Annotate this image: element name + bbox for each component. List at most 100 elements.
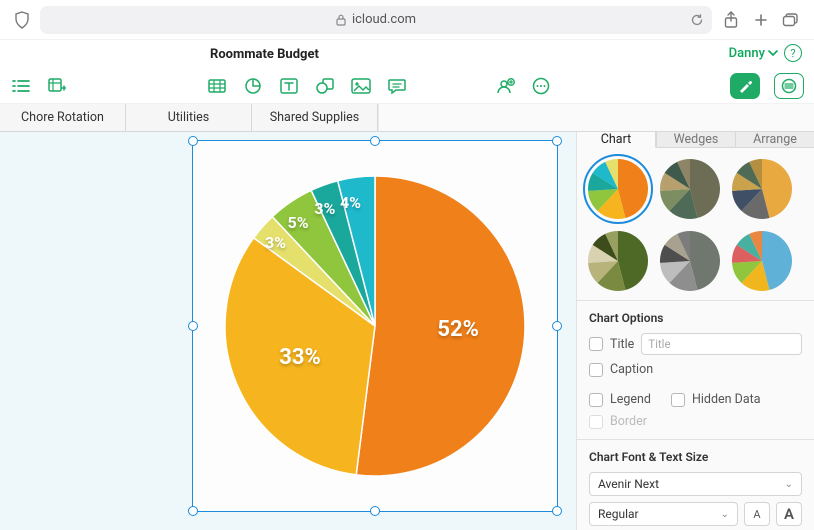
- font-family-select[interactable]: Avenir Next ⌄: [589, 472, 802, 496]
- sidebar-tab-chart[interactable]: Chart: [577, 132, 656, 148]
- option-label: Legend: [610, 392, 651, 407]
- pie-slice-label: 33%: [279, 345, 321, 370]
- app-toolbar: [0, 68, 814, 104]
- checkbox-title[interactable]: [589, 337, 603, 351]
- font-size-decrease[interactable]: A: [744, 502, 770, 526]
- select-value: Regular: [598, 507, 639, 521]
- option-caption-row: Caption: [589, 362, 802, 377]
- tabs-icon[interactable]: [780, 9, 802, 31]
- address-bar[interactable]: icloud.com: [40, 6, 712, 34]
- insert-text-icon[interactable]: [278, 75, 300, 97]
- chevron-down-icon: [768, 49, 778, 57]
- resize-handle[interactable]: [188, 506, 198, 516]
- address-host: icloud.com: [352, 12, 416, 27]
- label: A: [784, 505, 794, 523]
- document-title-row: Roommate Budget: [0, 40, 814, 68]
- sheet-tab[interactable]: Chore Rotation: [0, 104, 126, 131]
- chart-options-section: Chart Options Title Title Caption Legend…: [577, 301, 814, 440]
- checkbox-border: [589, 415, 603, 429]
- resize-handle[interactable]: [552, 506, 562, 516]
- chart-selection[interactable]: 52%33%3%5%3%4%: [192, 140, 558, 512]
- chart-style-option[interactable]: [587, 230, 649, 292]
- tab-label: Wedges: [674, 132, 719, 147]
- organize-panel-button[interactable]: [774, 73, 804, 99]
- option-border-row: Border: [589, 414, 802, 429]
- reload-icon[interactable]: [690, 13, 704, 27]
- pie-slice-label: 3%: [314, 199, 335, 218]
- sheet-tabs: Chore Rotation Utilities Shared Supplies: [0, 104, 814, 132]
- insert-chart-icon[interactable]: [242, 75, 264, 97]
- checkbox-caption[interactable]: [589, 363, 603, 377]
- option-title-row: Title Title: [589, 333, 802, 355]
- format-sidebar: Chart Wedges Arrange Chart Options Title…: [576, 132, 814, 530]
- chart-style-option[interactable]: [659, 158, 721, 220]
- list-view-icon[interactable]: [10, 75, 32, 97]
- resize-handle[interactable]: [188, 321, 198, 331]
- help-icon[interactable]: ?: [784, 44, 802, 62]
- resize-handle[interactable]: [370, 136, 380, 146]
- insert-table-icon[interactable]: [206, 75, 228, 97]
- title-input[interactable]: Title: [641, 333, 802, 355]
- insert-comment-icon[interactable]: [386, 75, 408, 97]
- sheet-tab-label: Shared Supplies: [270, 110, 360, 125]
- chevron-down-icon: ⌄: [785, 479, 793, 490]
- pie-slice-label: 5%: [288, 213, 309, 232]
- lock-icon: [336, 14, 346, 26]
- option-label: Caption: [610, 362, 653, 377]
- option-legend-row: Legend: [589, 392, 651, 407]
- chart-style-option[interactable]: [587, 158, 649, 220]
- resize-handle[interactable]: [370, 506, 380, 516]
- pie-slice-label: 4%: [340, 193, 361, 212]
- insert-shape-icon[interactable]: [314, 75, 336, 97]
- sidebar-tab-wedges[interactable]: Wedges: [656, 132, 735, 148]
- option-label: Border: [610, 414, 647, 429]
- section-heading: Chart Font & Text Size: [589, 450, 802, 464]
- pie-slice-label: 52%: [437, 317, 479, 342]
- browser-toolbar: icloud.com: [0, 0, 814, 40]
- option-label: Hidden Data: [692, 392, 761, 407]
- option-hidden-row: Hidden Data: [671, 392, 761, 407]
- font-section: Chart Font & Text Size Avenir Next ⌄ Reg…: [577, 440, 814, 530]
- resize-handle[interactable]: [552, 136, 562, 146]
- document-title: Roommate Budget: [210, 47, 319, 62]
- option-label: Title: [610, 337, 634, 352]
- chart-style-option[interactable]: [731, 230, 793, 292]
- sidebar-tab-arrange[interactable]: Arrange: [735, 132, 814, 148]
- insert-image-icon[interactable]: [350, 75, 372, 97]
- new-tab-icon[interactable]: [750, 9, 772, 31]
- canvas[interactable]: 52%33%3%5%3%4%: [0, 132, 576, 530]
- font-weight-select[interactable]: Regular ⌄: [589, 502, 738, 526]
- user-menu[interactable]: Danny: [729, 46, 778, 61]
- sheet-tab[interactable]: Utilities: [126, 104, 252, 131]
- tab-label: Chart: [601, 132, 631, 147]
- pie-chart[interactable]: 52%33%3%5%3%4%: [220, 171, 530, 481]
- checkbox-legend[interactable]: [589, 393, 603, 407]
- sheet-tab-area: [378, 104, 814, 131]
- resize-handle[interactable]: [552, 321, 562, 331]
- more-icon[interactable]: [530, 75, 552, 97]
- label: A: [753, 508, 760, 521]
- insert-sheet-icon[interactable]: [46, 75, 68, 97]
- user-name-label: Danny: [729, 46, 765, 61]
- resize-handle[interactable]: [188, 136, 198, 146]
- share-icon[interactable]: [720, 9, 742, 31]
- pie-slice-label: 3%: [265, 233, 286, 252]
- chart-style-option[interactable]: [731, 158, 793, 220]
- collaborate-icon[interactable]: [494, 75, 516, 97]
- account-area: Danny ?: [729, 44, 802, 62]
- font-size-increase[interactable]: A: [776, 502, 802, 526]
- format-panel-button[interactable]: [730, 73, 760, 99]
- chevron-down-icon: ⌄: [721, 509, 729, 520]
- sidebar-tabs: Chart Wedges Arrange: [577, 132, 814, 148]
- chart-style-option[interactable]: [659, 230, 721, 292]
- sheet-tab-label: Utilities: [168, 110, 210, 125]
- main: 52%33%3%5%3%4% Chart Wedges Arrange Char…: [0, 132, 814, 530]
- checkbox-hidden[interactable]: [671, 393, 685, 407]
- sheet-tab-label: Chore Rotation: [21, 110, 104, 125]
- tab-label: Arrange: [753, 132, 797, 147]
- section-heading: Chart Options: [589, 311, 802, 325]
- chart-style-grid: [577, 148, 814, 301]
- privacy-shield-icon[interactable]: [12, 10, 32, 30]
- sheet-tab[interactable]: Shared Supplies: [252, 104, 378, 131]
- select-value: Avenir Next: [598, 477, 659, 491]
